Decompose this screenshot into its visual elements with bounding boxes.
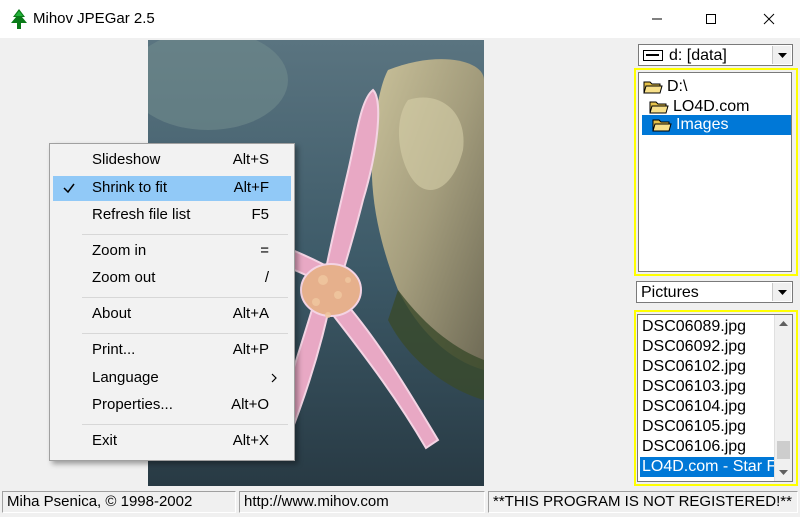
file-list[interactable]: DSC06089.jpg DSC06092.jpg DSC06102.jpg D… — [637, 314, 793, 482]
menu-item-slideshow[interactable]: Slideshow Alt+S — [53, 148, 291, 173]
scroll-down-icon[interactable] — [775, 464, 792, 481]
menu-item-zoom-out[interactable]: Zoom out / — [53, 266, 291, 291]
checkmark-icon — [63, 183, 75, 194]
menu-separator — [82, 297, 288, 298]
menu-label: Zoom out — [92, 269, 156, 286]
menu-shortcut: Alt+O — [231, 396, 269, 413]
tree-label: LO4D.com — [673, 98, 750, 115]
minimize-button[interactable] — [634, 0, 680, 38]
menu-label: About — [92, 305, 132, 322]
menu-label: Refresh file list — [92, 206, 191, 223]
file-item[interactable]: DSC06089.jpg — [640, 317, 746, 337]
menu-shortcut: Alt+F — [233, 179, 269, 196]
file-item[interactable]: DSC06104.jpg — [640, 397, 746, 417]
close-icon — [763, 13, 775, 25]
status-registration: **THIS PROGRAM IS NOT REGISTERED!** — [488, 491, 798, 513]
scroll-thumb[interactable] — [777, 441, 790, 459]
file-item[interactable]: DSC06102.jpg — [640, 357, 746, 377]
menu-separator — [82, 424, 288, 425]
context-menu: Slideshow Alt+S Shrink to fit Alt+F Refr… — [49, 143, 295, 461]
menu-shortcut: Alt+A — [232, 305, 269, 322]
status-bar: Miha Psenica, © 1998-2002 http://www.mih… — [0, 487, 800, 517]
file-item[interactable]: DSC06092.jpg — [640, 337, 746, 357]
status-url: http://www.mihov.com — [239, 491, 485, 513]
menu-shortcut: Alt+X — [232, 432, 269, 449]
menu-label: Exit — [92, 432, 118, 449]
dropdown-arrow-icon[interactable] — [772, 46, 791, 64]
menu-item-language[interactable]: Language — [53, 366, 291, 391]
file-scrollbar[interactable] — [774, 315, 792, 481]
folder-tree[interactable]: D:\ LO4D.com Images — [638, 72, 792, 272]
dropdown-arrow-icon[interactable] — [772, 283, 791, 301]
browser-panel: d: [data] D:\ LO4D.com Images Pictures D… — [632, 38, 800, 487]
tree-item-root[interactable]: D:\ — [643, 77, 687, 97]
drive-select[interactable]: d: [data] — [638, 44, 793, 66]
menu-item-zoom-in[interactable]: Zoom in = — [53, 239, 291, 264]
menu-label: Print... — [92, 341, 136, 358]
menu-item-refresh[interactable]: Refresh file list F5 — [53, 203, 291, 228]
tree-item-images[interactable]: Images — [642, 115, 791, 135]
menu-item-print[interactable]: Print... Alt+P — [53, 338, 291, 363]
menu-shortcut: / — [264, 269, 269, 286]
maximize-icon — [706, 14, 716, 24]
menu-shortcut: = — [260, 242, 269, 259]
submenu-arrow-icon — [271, 373, 277, 383]
tree-app-icon — [11, 9, 27, 29]
file-item[interactable]: DSC06106.jpg — [640, 437, 746, 457]
menu-item-properties[interactable]: Properties... Alt+O — [53, 393, 291, 418]
menu-label: Slideshow — [92, 151, 161, 168]
menu-item-shrink-to-fit[interactable]: Shrink to fit Alt+F — [53, 176, 291, 201]
menu-shortcut: F5 — [251, 206, 269, 223]
menu-label: Language — [92, 369, 159, 386]
file-item[interactable]: DSC06105.jpg — [640, 417, 746, 437]
close-button[interactable] — [746, 0, 792, 38]
status-author: Miha Psenica, © 1998-2002 — [2, 491, 236, 513]
file-item-selected[interactable]: LO4D.com - Star F — [640, 457, 776, 477]
drive-icon — [643, 50, 663, 61]
open-folder-icon — [643, 81, 663, 94]
menu-shortcut: Alt+P — [232, 341, 269, 358]
tree-label: D:\ — [667, 78, 688, 95]
filter-select[interactable]: Pictures — [636, 281, 793, 303]
minimize-icon — [652, 18, 662, 20]
menu-item-about[interactable]: About Alt+A — [53, 302, 291, 327]
maximize-button[interactable] — [688, 0, 734, 38]
open-folder-icon — [652, 119, 672, 132]
scroll-up-icon[interactable] — [775, 315, 792, 332]
open-folder-icon — [649, 101, 669, 114]
title-bar: Mihov JPEGar 2.5 — [0, 0, 800, 39]
drive-value: d: [data] — [669, 47, 727, 64]
tree-label: Images — [676, 116, 729, 133]
menu-separator — [82, 333, 288, 334]
menu-shortcut: Alt+S — [232, 151, 269, 168]
menu-separator — [82, 234, 288, 235]
menu-item-exit[interactable]: Exit Alt+X — [53, 429, 291, 454]
tree-item-lo4d[interactable]: LO4D.com — [649, 97, 749, 117]
filter-value: Pictures — [641, 284, 699, 301]
menu-label: Zoom in — [92, 242, 147, 259]
menu-label: Shrink to fit — [92, 179, 168, 196]
window-title: Mihov JPEGar 2.5 — [33, 10, 155, 27]
file-item[interactable]: DSC06103.jpg — [640, 377, 746, 397]
menu-label: Properties... — [92, 396, 173, 413]
